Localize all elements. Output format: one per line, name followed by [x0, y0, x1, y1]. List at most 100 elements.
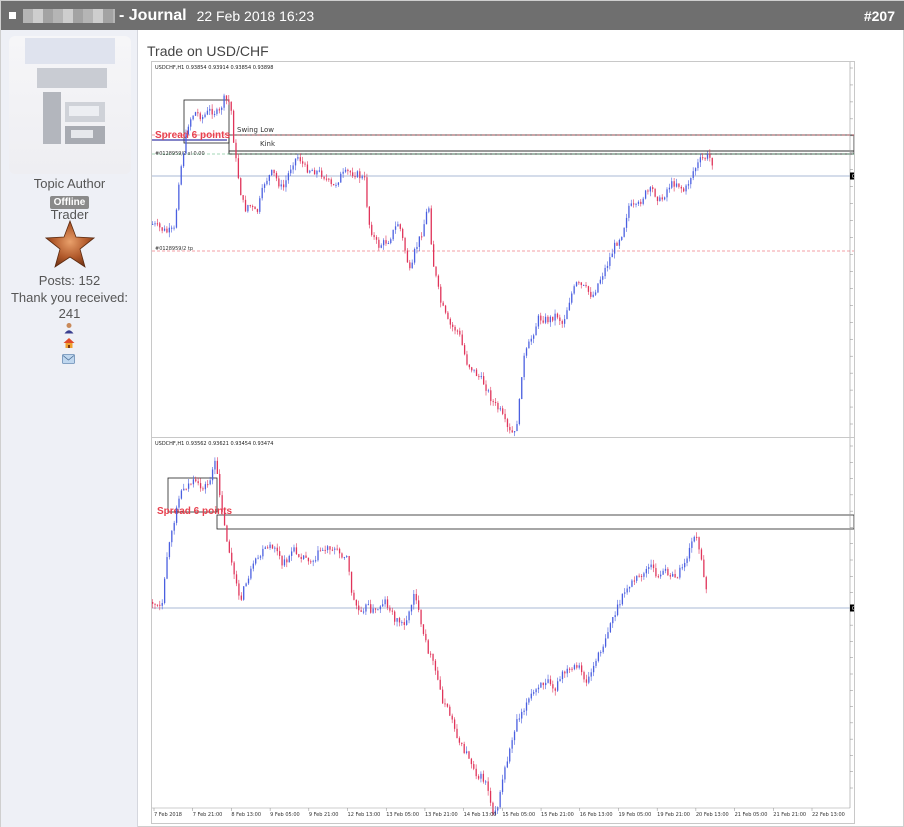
- candle-body: [566, 668, 568, 674]
- candle-body: [706, 153, 709, 159]
- chart-top-symbol: USDCHF,H1 0.93854 0.93914 0.93854 0.9389…: [155, 65, 273, 71]
- candle-body: [221, 107, 223, 110]
- candle-body: [636, 575, 638, 581]
- spread-label-top: Spread 6 points: [155, 130, 230, 141]
- x-tick-label: 9 Feb 21:00: [309, 812, 339, 818]
- candle-body: [237, 158, 240, 179]
- candle-body: [623, 227, 625, 237]
- candle-body: [178, 498, 180, 508]
- candle-body: [492, 401, 494, 403]
- candle-body: [530, 338, 532, 342]
- candle-body: [468, 751, 470, 759]
- author-role: Topic Author: [33, 176, 106, 191]
- candle-body: [306, 164, 309, 173]
- post-number-link[interactable]: #207: [864, 8, 895, 24]
- candle-body: [690, 178, 692, 185]
- candle-body: [377, 609, 379, 611]
- candle-body: [195, 479, 197, 482]
- candle-body: [166, 228, 168, 233]
- candle-body: [597, 283, 599, 293]
- candle-body: [228, 99, 230, 102]
- candle-body: [254, 206, 256, 210]
- message-icon[interactable]: [62, 353, 75, 365]
- candle-body: [523, 355, 525, 378]
- candle-body: [183, 488, 185, 491]
- candle-body: [228, 541, 230, 553]
- candle-body: [349, 171, 351, 173]
- x-tick-label: 16 Feb 13:00: [580, 812, 613, 818]
- candle-body: [359, 171, 361, 179]
- candle-body: [261, 187, 263, 199]
- candle-body: [211, 108, 213, 115]
- candle-body: [317, 550, 319, 561]
- candle-body: [406, 250, 409, 263]
- candle-body: [552, 684, 554, 689]
- candle-body: [645, 568, 647, 574]
- candle-body: [340, 173, 342, 183]
- candle-body: [185, 134, 187, 154]
- candle-body: [410, 604, 413, 612]
- candle-body: [341, 553, 343, 558]
- candle-body: [612, 617, 614, 624]
- candle-body: [485, 781, 487, 783]
- candle-body: [293, 547, 295, 552]
- candle-body: [187, 483, 190, 489]
- candle-body: [418, 600, 420, 610]
- candle-body: [350, 571, 353, 593]
- candle-body: [516, 424, 518, 432]
- candle-body: [299, 157, 301, 162]
- candle-body: [502, 408, 504, 414]
- candle-body: [348, 555, 350, 572]
- candle-body: [168, 542, 171, 558]
- candle-body: [487, 781, 489, 791]
- candle-body: [323, 176, 325, 179]
- current-price-label: 0.9389: [852, 174, 854, 180]
- candle-body: [544, 316, 547, 323]
- x-tick-label: 21 Feb 21:00: [773, 812, 806, 818]
- candle-body: [382, 604, 384, 607]
- y-axis-top: 0.94790.94630.94470.94330.94190.94050.93…: [849, 62, 854, 448]
- candle-body: [652, 564, 655, 569]
- candle-body: [647, 190, 649, 192]
- candle-body: [394, 611, 396, 622]
- candle-body: [360, 610, 362, 612]
- avatar[interactable]: [9, 36, 131, 174]
- candle-body: [319, 550, 322, 552]
- candle-body: [432, 653, 434, 661]
- candle-body: [255, 558, 257, 564]
- candle-body: [276, 547, 278, 552]
- candle-body: [202, 116, 204, 120]
- candle-body: [559, 317, 561, 321]
- candle-body: [674, 573, 676, 578]
- post-title: Trade on USD/CHF: [147, 43, 269, 59]
- candle-body: [545, 682, 547, 686]
- candle-body: [358, 605, 360, 611]
- candle-body: [638, 575, 640, 577]
- user-profile-icon[interactable]: [63, 322, 75, 334]
- candle-body: [409, 262, 411, 269]
- candle-body: [441, 689, 444, 704]
- topic-title-link[interactable]: - Journal: [119, 7, 187, 25]
- candle-body: [621, 593, 624, 605]
- candle-body: [311, 170, 313, 172]
- candle-body: [654, 188, 656, 197]
- candle-body: [624, 592, 626, 594]
- candle-body: [530, 693, 532, 699]
- candle-body: [216, 460, 219, 474]
- home-icon[interactable]: [63, 337, 75, 349]
- candle-body: [421, 236, 423, 238]
- candle-body: [452, 324, 454, 327]
- candle-body: [291, 551, 293, 556]
- candle-body: [159, 604, 161, 606]
- candle-body: [466, 354, 468, 365]
- candle-body: [568, 302, 571, 311]
- candle-body: [590, 291, 592, 297]
- swing-low-label: Swing Low: [237, 126, 274, 134]
- candle-body: [564, 671, 566, 674]
- candle-body: [652, 187, 654, 189]
- candle-body: [549, 316, 551, 323]
- candle-body: [367, 604, 369, 606]
- candle-body: [673, 181, 675, 187]
- candle-body: [430, 208, 432, 245]
- candle-body: [387, 243, 390, 245]
